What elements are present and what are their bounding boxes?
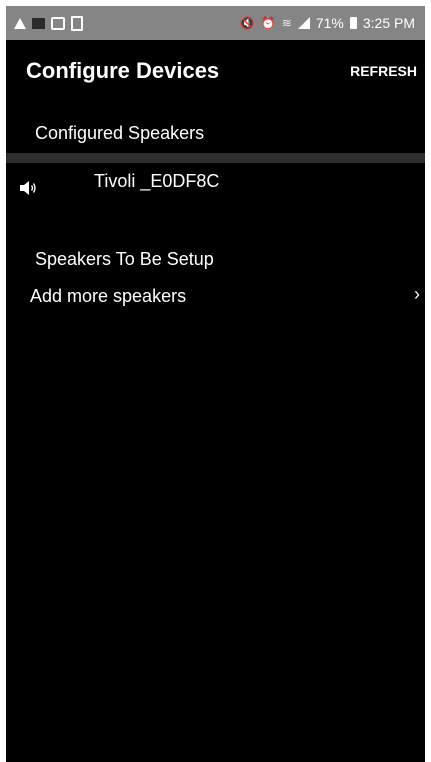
image-icon [51,16,65,30]
status-time: 3:25 PM [362,15,415,31]
refresh-button[interactable]: REFRESH [350,63,417,79]
signal-icon [297,17,310,29]
clipboard-icon [71,15,83,31]
status-bar-right-icons: 🔇 ⏰ ≋ 71% 3:25 PM [240,15,415,31]
add-more-speakers-row[interactable]: Add more speakers › [6,284,425,310]
section-divider [6,153,425,163]
configured-speakers-header: Configured Speakers [35,123,205,143]
warning-icon [14,17,26,29]
status-bar-left-icons [14,15,83,31]
mute-icon: 🔇 [239,16,255,30]
status-bar: 🔇 ⏰ ≋ 71% 3:25 PM [6,6,425,40]
speaker-list-item[interactable]: Tivoli _E0DF8C [6,166,425,202]
battery-icon [349,17,357,29]
app-screen: 🔇 ⏰ ≋ 71% 3:25 PM Configure Devices REFR… [6,6,425,762]
chevron-right-icon: › [414,284,420,304]
speakers-to-setup-header: Speakers To Be Setup [35,249,214,269]
battery-percent: 71% [315,15,344,31]
speaker-icon [20,181,36,195]
add-more-speakers-label: Add more speakers [30,286,187,306]
notification-icon [32,17,45,29]
speaker-name: Tivoli _E0DF8C [94,171,220,191]
page-title: Configure Devices [26,58,220,83]
alarm-icon: ⏰ [260,16,276,30]
wifi-icon: ≋ [281,16,292,30]
